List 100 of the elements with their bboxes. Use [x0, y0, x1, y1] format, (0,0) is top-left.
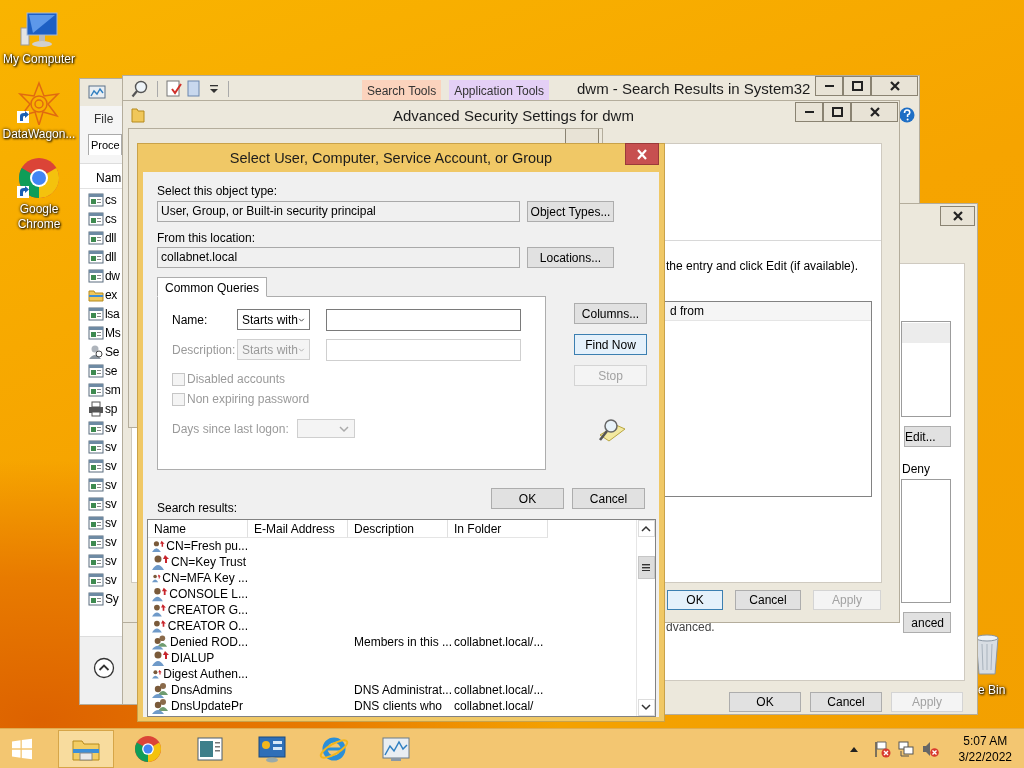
user-icon [152, 538, 166, 554]
column-header[interactable]: E-Mail Address [248, 520, 348, 538]
column-header[interactable]: d from [670, 304, 704, 318]
result-name[interactable]: DIALUP [171, 651, 215, 665]
program-icon [88, 267, 104, 284]
scroll-up-button[interactable] [637, 520, 655, 537]
process-name[interactable]: Ms [105, 325, 121, 340]
process-name[interactable]: sv [105, 515, 117, 530]
result-name[interactable]: DnsAdmins [171, 683, 233, 697]
dialog-button[interactable]: Cancel [735, 590, 801, 610]
close-icon [869, 107, 880, 117]
minimize-button[interactable] [795, 102, 823, 122]
list-box[interactable] [901, 321, 951, 417]
process-name[interactable]: sm [105, 382, 121, 397]
hint-text: dvanced. [666, 620, 715, 634]
location-field: collabnet.local [157, 247, 520, 268]
process-name[interactable]: sv [105, 420, 117, 435]
query-button[interactable]: Find Now [574, 334, 647, 355]
scrollbar-thumb[interactable] [637, 556, 655, 579]
process-name[interactable]: sv [105, 439, 117, 454]
column-header[interactable]: Name [148, 520, 248, 538]
description-field[interactable] [326, 338, 521, 361]
result-name[interactable]: CREATOR G... [167, 603, 248, 617]
column-header[interactable]: In Folder [448, 520, 548, 538]
process-name[interactable]: Se [105, 344, 120, 359]
process-name[interactable]: dll [105, 249, 117, 264]
operator-dropdown[interactable]: Starts with [237, 309, 310, 330]
dialog-button[interactable]: Cancel [572, 488, 645, 509]
object-types-button[interactable]: Object Types... [527, 201, 614, 222]
process-name[interactable]: dw [105, 268, 120, 283]
ribbon-tab[interactable]: Application Tools [449, 80, 549, 101]
field-label: Name: [172, 312, 209, 327]
process-name[interactable]: sp [105, 401, 118, 416]
process-name[interactable]: sv [105, 534, 117, 549]
maximize-button[interactable] [823, 102, 851, 122]
close-button[interactable] [625, 143, 659, 165]
result-name[interactable]: CN=MFA Key ... [162, 571, 248, 585]
program-icon [88, 229, 104, 246]
table-cell: Members in this ... [354, 635, 453, 649]
result-name[interactable]: Denied ROD... [169, 635, 248, 649]
maximize-button[interactable] [843, 76, 871, 96]
process-name[interactable]: ex [105, 287, 118, 302]
program-icon [88, 419, 104, 436]
close-button[interactable] [851, 102, 898, 122]
process-name[interactable]: sv [105, 553, 117, 568]
process-name[interactable]: Sy [105, 591, 119, 606]
table-cell: collabnet.local/ [454, 699, 534, 713]
result-name[interactable]: DnsUpdatePr [171, 699, 244, 713]
name-field[interactable] [326, 308, 521, 331]
program-icon [88, 438, 104, 455]
column-header[interactable]: Nam [96, 171, 122, 185]
program-icon [88, 305, 104, 322]
menu-item[interactable]: File [94, 112, 114, 126]
taskbar-button[interactable] [58, 729, 114, 768]
result-name[interactable]: Digest Authen... [163, 667, 248, 681]
program-icon [88, 552, 104, 569]
windows-logo-icon [11, 737, 33, 760]
process-name[interactable]: sv [105, 477, 117, 492]
dialog-button[interactable]: OK [729, 692, 801, 712]
result-name[interactable]: CREATOR O... [167, 619, 248, 633]
list-box[interactable] [901, 479, 951, 603]
close-button[interactable] [871, 76, 918, 96]
close-button[interactable] [940, 206, 975, 226]
table-cell: DNS clients who [354, 699, 443, 713]
document-window-icon [196, 735, 224, 762]
chevron-down-icon [337, 424, 350, 433]
minimize-button[interactable] [815, 76, 843, 96]
program-icon [88, 457, 104, 474]
process-name[interactable]: cs [105, 192, 117, 207]
dialog-button[interactable]: OK [667, 590, 723, 610]
process-name[interactable]: dll [105, 230, 117, 245]
result-name[interactable]: CONSOLE L... [169, 587, 248, 601]
program-icon [88, 324, 104, 341]
dialog-button[interactable]: OK [491, 488, 564, 509]
table-cell: collabnet.local/... [454, 683, 544, 697]
grip-icon [642, 564, 650, 571]
process-name[interactable]: sv [105, 458, 117, 473]
chevron-down-icon [298, 345, 305, 354]
close-icon [952, 211, 963, 221]
ribbon-tab[interactable]: Search Tools [362, 80, 442, 101]
user-icon [152, 618, 167, 634]
scroll-down-button[interactable] [637, 699, 655, 716]
tab[interactable]: Proce [88, 134, 122, 155]
advanced-button[interactable]: anced [903, 612, 951, 633]
process-name[interactable]: sv [105, 496, 117, 511]
tab[interactable]: Common Queries [157, 277, 268, 297]
query-button[interactable]: Columns... [574, 303, 647, 324]
checkbox-label: Disabled accounts [187, 372, 286, 386]
dialog-button[interactable]: Cancel [810, 692, 882, 712]
result-name[interactable]: CN=Fresh pu... [166, 539, 248, 553]
clock-time[interactable]: 5:07 AM [963, 732, 1008, 749]
process-name[interactable]: lsa [105, 306, 120, 321]
edit-button[interactable]: Edit... [904, 426, 951, 447]
result-name[interactable]: CN=Key Trust [171, 555, 247, 569]
process-name[interactable]: sv [105, 572, 117, 587]
process-name[interactable]: se [105, 363, 118, 378]
column-header[interactable]: Description [348, 520, 448, 538]
clock-date[interactable]: 3/22/2022 [958, 748, 1012, 765]
locations-button[interactable]: Locations... [527, 247, 614, 268]
process-name[interactable]: cs [105, 211, 117, 226]
